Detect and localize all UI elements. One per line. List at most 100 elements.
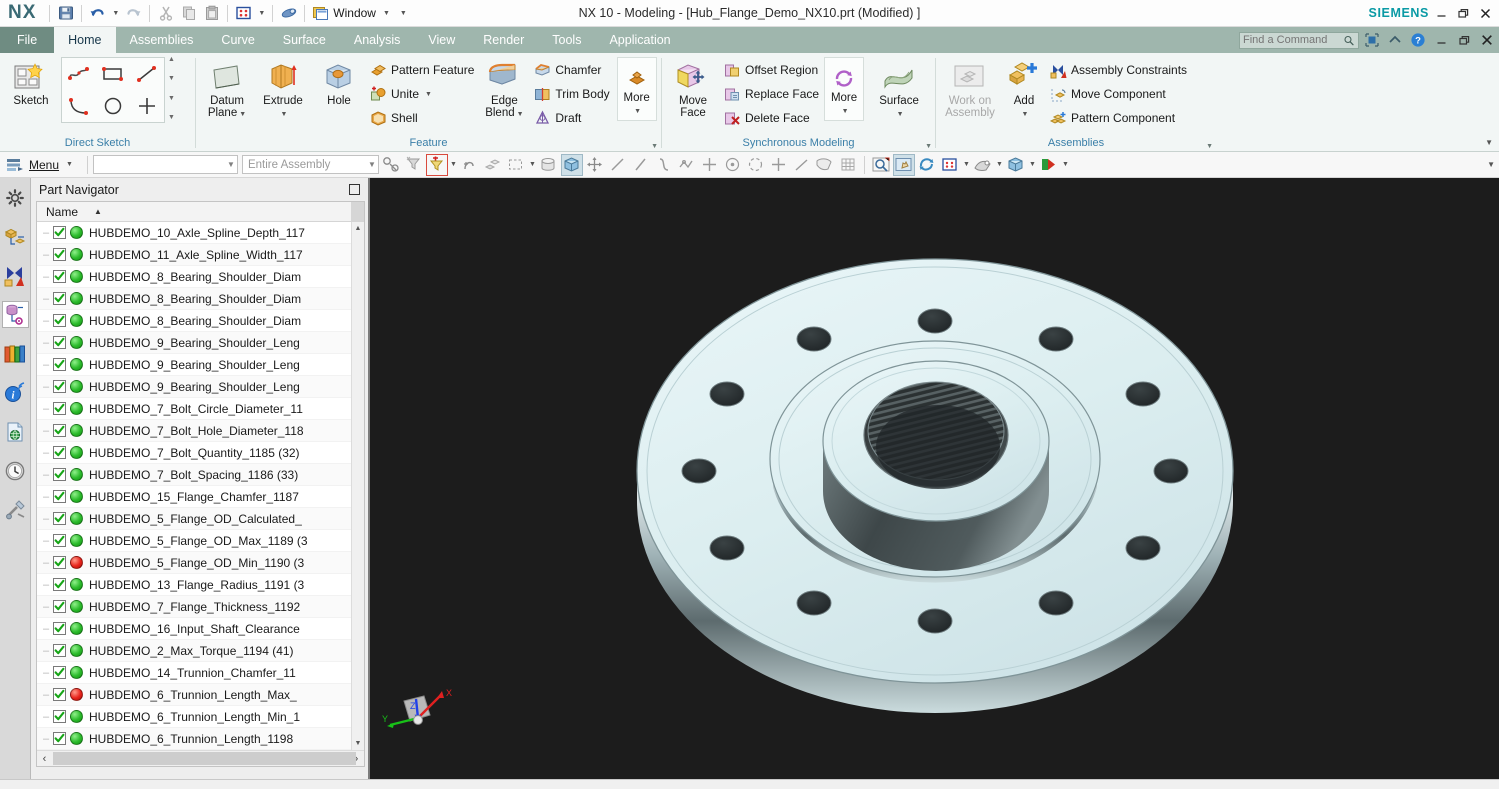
- tree-column-header[interactable]: Name ▲: [37, 202, 364, 222]
- feature-checkbox[interactable]: [53, 600, 66, 613]
- ribbon-overflow-caret[interactable]: ▼: [1485, 138, 1493, 147]
- feature-checkbox[interactable]: [53, 358, 66, 371]
- feature-checkbox[interactable]: [53, 292, 66, 305]
- feature-checkbox[interactable]: [53, 688, 66, 701]
- quadrant-point-icon[interactable]: [745, 154, 767, 176]
- arc-icon[interactable]: [62, 90, 96, 122]
- zoom-fit-icon[interactable]: [870, 154, 892, 176]
- table-row[interactable]: – HUBDEMO_10_Axle_Spline_Depth_117: [37, 222, 364, 244]
- table-row[interactable]: – HUBDEMO_15_Flange_Chamfer_1187: [37, 486, 364, 508]
- scroll-up-icon[interactable]: ▲: [168, 56, 175, 63]
- layout-icon[interactable]: [232, 3, 255, 24]
- shaded-with-edges-icon[interactable]: [560, 153, 583, 176]
- feature-checkbox[interactable]: [53, 468, 66, 481]
- table-row[interactable]: – HUBDEMO_5_Flange_OD_Min_1190 (3: [37, 552, 364, 574]
- surface-button[interactable]: Surface ▼: [871, 57, 927, 123]
- assembly-navigator-icon[interactable]: [2, 223, 29, 250]
- restore-icon[interactable]: [1453, 3, 1473, 23]
- table-row[interactable]: – HUBDEMO_7_Bolt_Circle_Diameter_11: [37, 398, 364, 420]
- feature-dialog-launcher[interactable]: ▼: [651, 143, 658, 150]
- chevron-down-icon[interactable]: ▼: [425, 91, 432, 98]
- extrude-button[interactable]: Extrude ▼: [255, 57, 311, 123]
- edge-blend-button[interactable]: Edge Blend ▼: [477, 57, 531, 123]
- table-row[interactable]: – HUBDEMO_6_Trunnion_Length_1198: [37, 728, 364, 750]
- feature-checkbox[interactable]: [53, 380, 66, 393]
- web-browser-icon[interactable]: [2, 418, 29, 445]
- table-row[interactable]: – HUBDEMO_16_Input_Shaft_Clearance: [37, 618, 364, 640]
- table-row[interactable]: – HUBDEMO_6_Trunnion_Length_Max_: [37, 684, 364, 706]
- toolbar-overflow-caret[interactable]: ▼: [1487, 160, 1495, 169]
- chevron-down-icon[interactable]: ▼: [449, 161, 458, 168]
- minimize-window-icon[interactable]: [1431, 30, 1451, 50]
- line-icon[interactable]: [607, 154, 629, 176]
- center-point-icon[interactable]: [722, 154, 744, 176]
- process-studio-icon[interactable]: [2, 496, 29, 523]
- replace-face-button[interactable]: Replace Face: [721, 82, 822, 106]
- table-row[interactable]: – HUBDEMO_7_Bolt_Spacing_1186 (33): [37, 464, 364, 486]
- pan-icon[interactable]: [892, 153, 915, 176]
- close-window-icon[interactable]: [1477, 30, 1497, 50]
- feature-checkbox[interactable]: [53, 336, 66, 349]
- chevron-down-icon[interactable]: ▼: [227, 160, 235, 169]
- part-navigator-icon[interactable]: [1, 301, 29, 328]
- chevron-down-icon[interactable]: ▼: [1022, 111, 1029, 118]
- tab-curve[interactable]: Curve: [207, 27, 268, 53]
- tree-horizontal-scrollbar[interactable]: ‹ ›: [37, 750, 364, 766]
- general-filter-icon[interactable]: [403, 154, 425, 176]
- datum-plane-button[interactable]: Datum Plane ▼: [199, 57, 255, 123]
- layout-dropdown-caret[interactable]: ▼: [255, 10, 268, 17]
- help-icon[interactable]: ?: [1408, 30, 1428, 50]
- render-style-icon[interactable]: [538, 154, 560, 176]
- chevron-down-icon[interactable]: ▼: [897, 111, 904, 118]
- chevron-down-icon[interactable]: ▼: [380, 10, 393, 17]
- draft-button[interactable]: Draft: [531, 106, 612, 130]
- chevron-down-icon[interactable]: ▼: [962, 161, 971, 168]
- table-row[interactable]: – HUBDEMO_5_Flange_OD_Calculated_: [37, 508, 364, 530]
- chevron-down-icon[interactable]: ▼: [517, 111, 524, 118]
- snap-filter-icon[interactable]: [425, 153, 448, 176]
- pattern-feature-button[interactable]: Pattern Feature: [367, 58, 477, 82]
- chevron-down-icon[interactable]: ▼: [995, 161, 1004, 168]
- intersection-icon[interactable]: [768, 154, 790, 176]
- sync-more-button[interactable]: More ▼: [824, 57, 865, 121]
- menu-button[interactable]: Menu ▼: [3, 156, 82, 174]
- feature-group-icon[interactable]: [482, 154, 504, 176]
- move-face-button[interactable]: Move Face: [665, 57, 721, 121]
- hscroll-thumb[interactable]: [53, 752, 356, 765]
- table-row[interactable]: – HUBDEMO_7_Bolt_Quantity_1185 (32): [37, 442, 364, 464]
- feature-checkbox[interactable]: [53, 666, 66, 679]
- table-row[interactable]: – HUBDEMO_9_Bearing_Shoulder_Leng: [37, 354, 364, 376]
- copy-icon[interactable]: [177, 3, 200, 24]
- feature-checkbox[interactable]: [53, 402, 66, 415]
- chevron-down-icon[interactable]: ▼: [634, 108, 641, 115]
- feature-checkbox[interactable]: [53, 644, 66, 657]
- graphics-viewport[interactable]: X Y Z: [370, 178, 1499, 779]
- spline-icon[interactable]: [653, 154, 675, 176]
- sort-ascending-icon[interactable]: ▲: [94, 207, 102, 216]
- tab-analysis[interactable]: Analysis: [340, 27, 415, 53]
- table-row[interactable]: – HUBDEMO_11_Axle_Spline_Width_117: [37, 244, 364, 266]
- layout-icon[interactable]: [939, 154, 961, 176]
- feature-checkbox[interactable]: [53, 314, 66, 327]
- constraint-navigator-icon[interactable]: [2, 262, 29, 289]
- datum-line-icon[interactable]: [630, 154, 652, 176]
- table-row[interactable]: – HUBDEMO_9_Bearing_Shoulder_Leng: [37, 332, 364, 354]
- assemblies-dialog-launcher[interactable]: ▼: [1206, 143, 1213, 150]
- tab-assemblies[interactable]: Assemblies: [116, 27, 208, 53]
- undo-icon[interactable]: [86, 3, 109, 24]
- settings-icon[interactable]: [2, 184, 29, 211]
- shell-button[interactable]: Shell: [367, 106, 477, 130]
- rectangle-select-icon[interactable]: [505, 154, 527, 176]
- select-objects-icon[interactable]: [380, 154, 402, 176]
- table-row[interactable]: – HUBDEMO_6_Trunnion_Length_Min_1: [37, 706, 364, 728]
- rectangle-icon[interactable]: [96, 58, 130, 90]
- scope-filter-select[interactable]: Entire Assembly ▼: [241, 155, 379, 174]
- header-grip[interactable]: [351, 202, 364, 221]
- tab-render[interactable]: Render: [469, 27, 538, 53]
- hscroll-track[interactable]: [52, 752, 356, 765]
- tangent-icon[interactable]: [791, 154, 813, 176]
- tab-view[interactable]: View: [414, 27, 469, 53]
- feature-tree[interactable]: – HUBDEMO_10_Axle_Spline_Depth_117 – HUBDEM…: [37, 222, 364, 750]
- undo-dropdown-caret[interactable]: ▼: [109, 10, 122, 17]
- orientation-cube-icon[interactable]: [1005, 154, 1027, 176]
